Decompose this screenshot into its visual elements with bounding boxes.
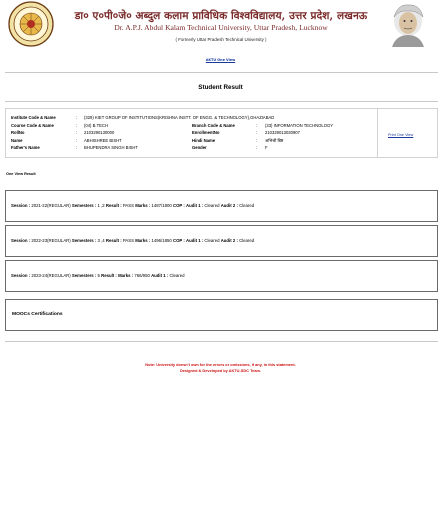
marks-label: Marks :	[135, 238, 151, 243]
session-result-line[interactable]: Session : 2023-24(REGULAR) Semesters : 5…	[11, 273, 185, 278]
mooc-certifications-box[interactable]	[5, 299, 438, 331]
name-value: ABHISHREE BISHT	[84, 137, 122, 143]
divider	[377, 108, 378, 158]
gender-label: Gender	[192, 145, 207, 150]
session-result-line[interactable]: Session : 2021-22(REGULAR) Semesters : 1…	[11, 203, 254, 208]
cop-label: COP :	[172, 203, 185, 208]
colon: :	[256, 130, 258, 135]
branch-value: (33) INFORMATION TECHNOLOGY	[265, 122, 334, 128]
semesters-value: 1 ,2	[97, 203, 105, 208]
enrollment-value: 210329013030907	[265, 130, 300, 135]
semesters-label: Semesters :	[71, 273, 97, 278]
university-header: डा० ए०पी०जे० अब्दुल कलाम प्राविधिक विश्व…	[0, 0, 441, 58]
audit2-value: Cleared	[239, 203, 255, 208]
credits-note: Designed & Developed by AKTU-SDC Team.	[179, 368, 262, 373]
audit1-label: Audit 1 :	[186, 203, 204, 208]
colon: :	[256, 145, 258, 150]
hindi-name-label: Hindi Name	[192, 137, 216, 143]
session-label: Session :	[11, 273, 31, 278]
marks-value: 1496/1850	[151, 238, 172, 243]
session-value: 2022-23(REGULAR)	[31, 238, 71, 243]
semesters-label: Semesters :	[71, 238, 97, 243]
audit2-value: Cleared	[239, 238, 255, 243]
one-view-result-label: One View Result	[6, 172, 36, 176]
university-title-english: Dr. A.P.J. Abdul Kalam Technical Univers…	[114, 23, 328, 32]
divider	[5, 101, 438, 102]
session-value: 2021-22(REGULAR)	[31, 203, 71, 208]
semesters-value: 3 ,4	[97, 238, 105, 243]
university-logo	[8, 1, 54, 47]
session-label: Session :	[11, 238, 31, 243]
marks-label: Marks :	[118, 273, 134, 278]
rollno-value: 2103290130000	[84, 130, 115, 135]
father-value: BHUPENDRA SINGH BISHT	[84, 145, 138, 150]
result-value: PASS	[122, 203, 134, 208]
disclaimer-note: Note: University doesn't own for the err…	[145, 362, 296, 367]
course-label: Course Code & Name	[11, 122, 54, 128]
colon: :	[76, 122, 78, 128]
rollno-label: RollNo	[11, 130, 25, 135]
mooc-certifications-title: MOOCs Certifications	[12, 312, 63, 317]
colon: :	[76, 130, 78, 135]
audit1-label: Audit 1 :	[151, 273, 169, 278]
university-title-hindi: डा० ए०पी०जे० अब्दुल कलाम प्राविधिक विश्व…	[74, 10, 368, 22]
colon: :	[76, 137, 78, 143]
course-value: (04) B.TECH	[84, 122, 108, 128]
marks-value: 766/950	[134, 273, 150, 278]
session-label: Session :	[11, 203, 31, 208]
page-title: Student Result	[198, 84, 243, 91]
result-value: PASS	[122, 238, 134, 243]
colon: :	[256, 137, 258, 143]
session-result-line[interactable]: Session : 2022-23(REGULAR) Semesters : 3…	[11, 238, 254, 243]
colon: :	[256, 122, 258, 128]
enrollment-label: EnrollmentNo	[192, 130, 220, 135]
institute-label: Institute Code & Name	[11, 115, 56, 120]
name-label: Name	[11, 137, 23, 143]
result-label: Result :	[105, 238, 122, 243]
hindi-name-value: अभिश्री बिष्ट	[265, 137, 284, 143]
divider	[5, 72, 438, 73]
session-value: 2023-24(REGULAR)	[31, 273, 71, 278]
semesters-label: Semesters :	[71, 203, 97, 208]
print-one-view-link[interactable]: Print One View	[388, 133, 413, 137]
colon: :	[76, 145, 78, 150]
audit1-label: Audit 1 :	[186, 238, 204, 243]
marks-value: 1487/1800	[151, 203, 172, 208]
audit1-value: Cleared	[204, 238, 220, 243]
audit1-value: Cleared	[169, 273, 185, 278]
result-label: Result :	[101, 273, 117, 278]
semesters-value: 5	[97, 273, 100, 278]
institute-value: (329) KIET GROUP OF INSTITUTIONS(KRISHNA…	[84, 115, 275, 120]
gender-value: F	[265, 145, 268, 150]
father-label: Father's Name	[11, 145, 40, 150]
branch-label: Branch Code & Name	[192, 122, 235, 128]
marks-label: Marks :	[135, 203, 151, 208]
portrait-image	[384, 1, 432, 47]
audit2-label: Audit 2 :	[220, 203, 238, 208]
university-former-name: ( Formerly Uttar Pradesh Technical Unive…	[175, 37, 267, 42]
aktu-one-view-link[interactable]: AKTU One View	[0, 58, 441, 62]
colon: :	[76, 115, 78, 120]
cop-label: COP :	[172, 238, 185, 243]
result-label: Result :	[105, 203, 122, 208]
audit2-label: Audit 2 :	[220, 238, 238, 243]
audit1-value: Cleared	[204, 203, 220, 208]
divider	[5, 341, 438, 342]
